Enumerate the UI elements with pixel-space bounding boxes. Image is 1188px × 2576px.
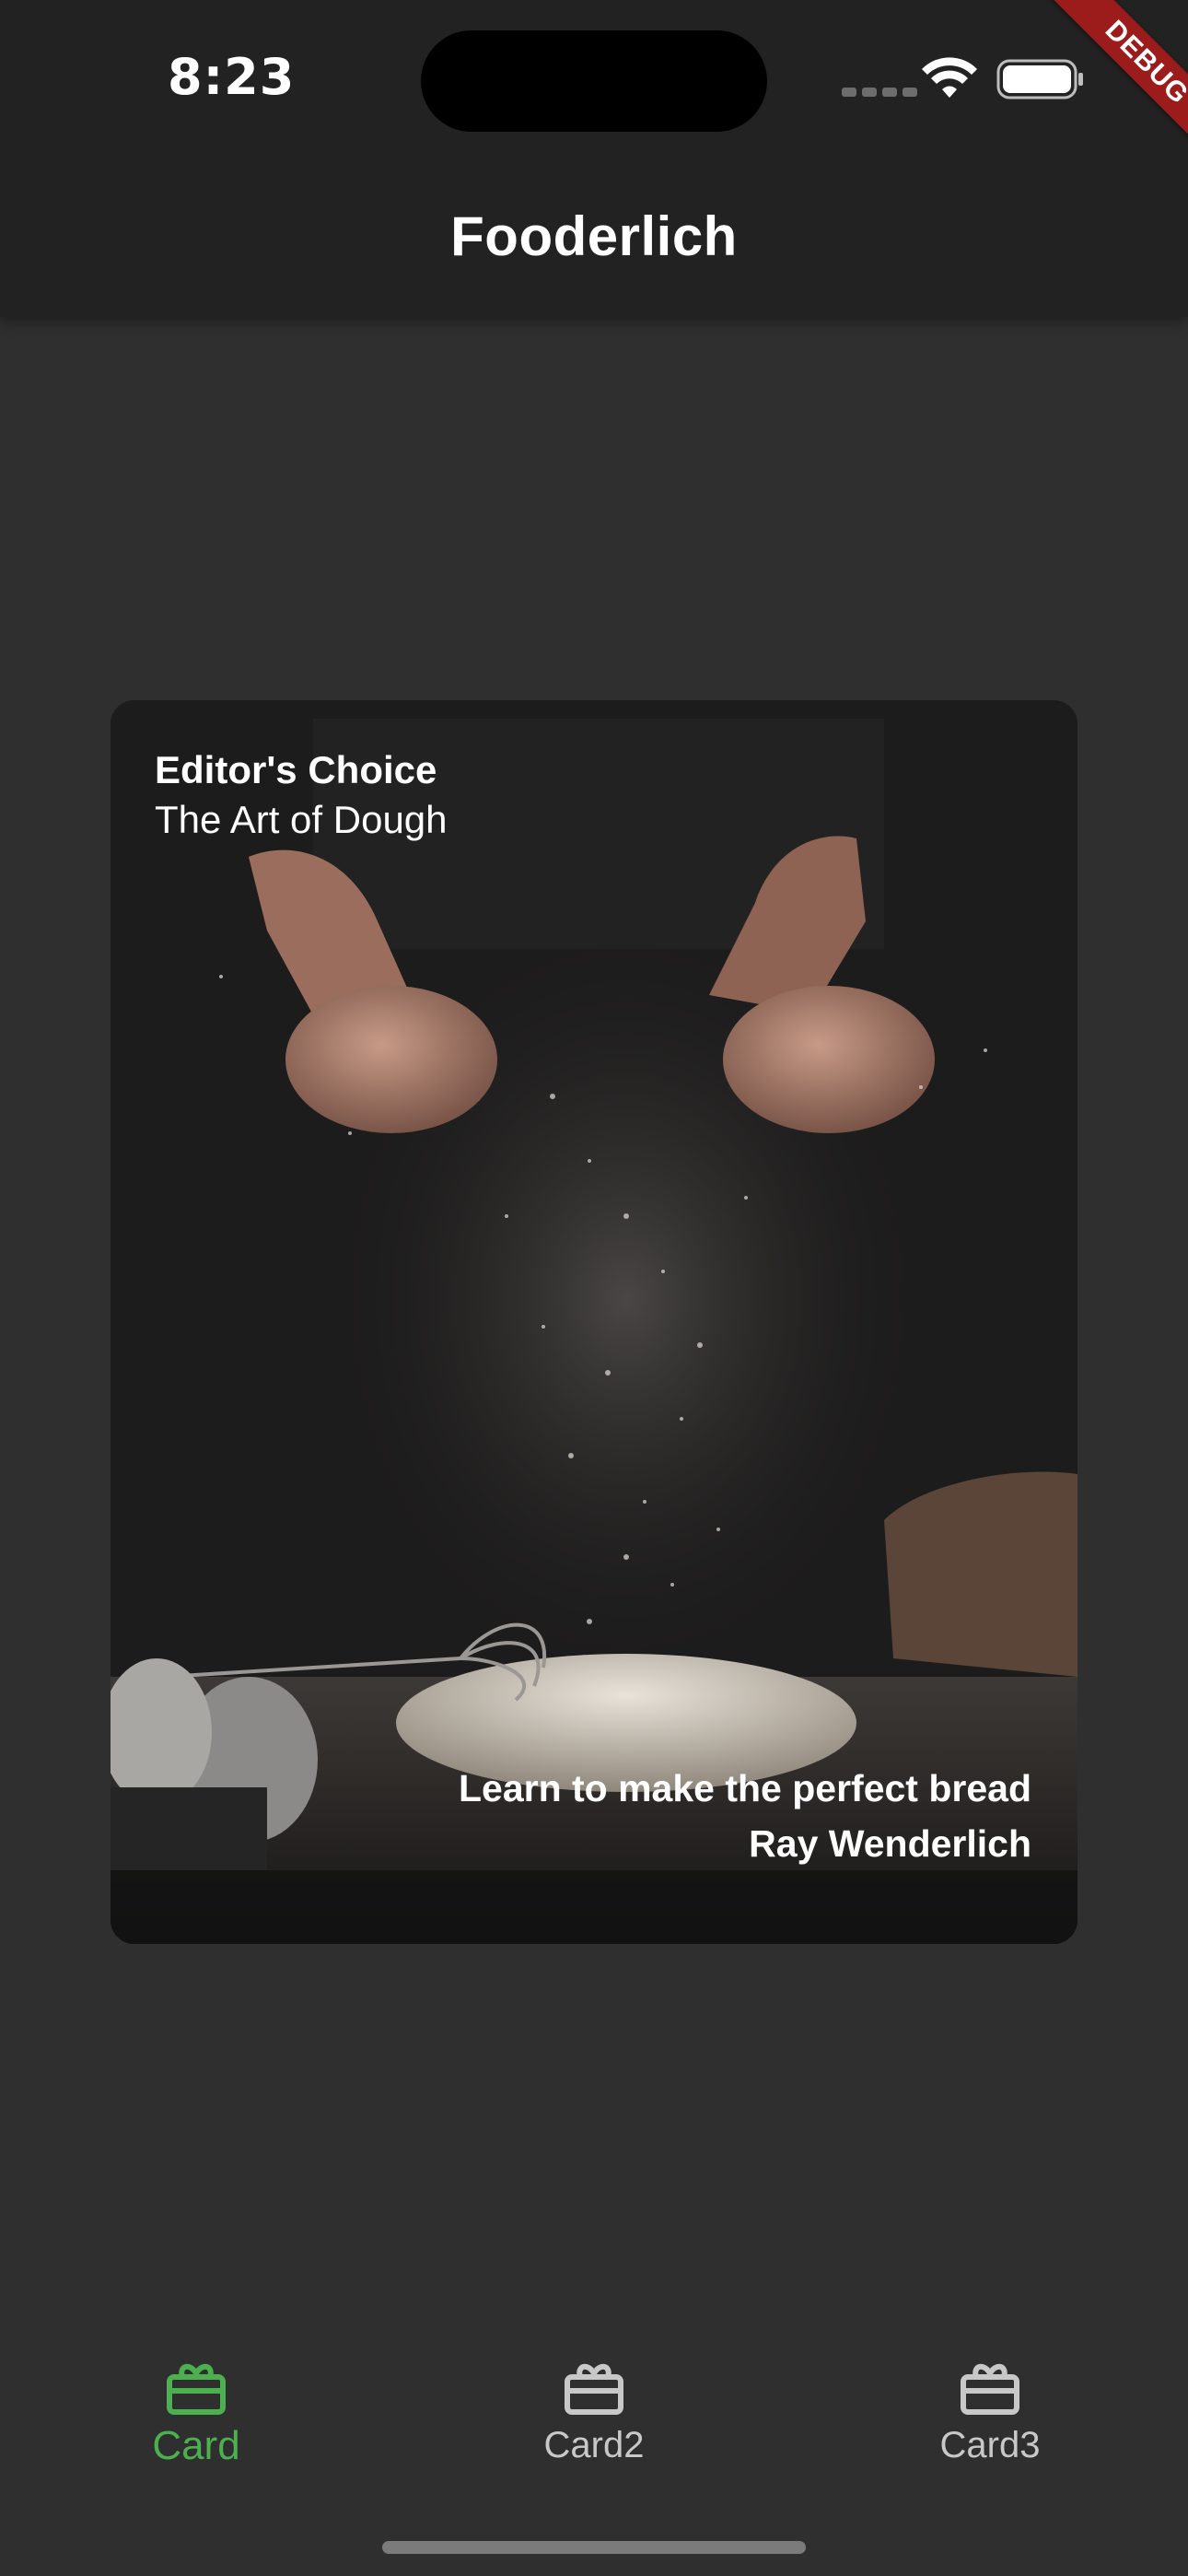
app-bar: 8:23 Fooderlich: [0, 0, 1188, 317]
page-title: Fooderlich: [450, 205, 738, 267]
nav-label-card2: Card2: [543, 2425, 645, 2465]
card-giftcard-icon: [167, 2363, 226, 2415]
card-category: Editor's Choice: [155, 748, 437, 791]
card-giftcard-icon: [565, 2363, 623, 2415]
cellular-signal-icon: [842, 88, 917, 97]
bottom-navigation-bar: Card Card2 Card3: [0, 2322, 1188, 2576]
dough-photo: [111, 700, 1077, 1944]
debug-label: DEBUG: [1046, 0, 1188, 163]
status-time: 8:23: [168, 48, 296, 106]
card-author: Ray Wenderlich: [749, 1822, 1031, 1865]
recipe-card[interactable]: Editor's Choice The Art of Dough Learn t…: [111, 700, 1077, 1944]
card-description: Learn to make the perfect bread: [458, 1767, 1031, 1809]
nav-label-card3: Card3: [939, 2425, 1041, 2465]
dynamic-island: [421, 30, 767, 132]
nav-item-card[interactable]: Card: [86, 2359, 307, 2488]
card-title: The Art of Dough: [155, 798, 448, 841]
nav-item-card3[interactable]: Card3: [879, 2359, 1101, 2488]
debug-banner: DEBUG: [1013, 0, 1188, 175]
home-indicator: [382, 2541, 806, 2554]
nav-label-card: Card: [152, 2423, 240, 2468]
nav-item-card2[interactable]: Card2: [483, 2359, 705, 2488]
wifi-icon: [922, 57, 977, 98]
card-giftcard-icon: [961, 2363, 1019, 2415]
